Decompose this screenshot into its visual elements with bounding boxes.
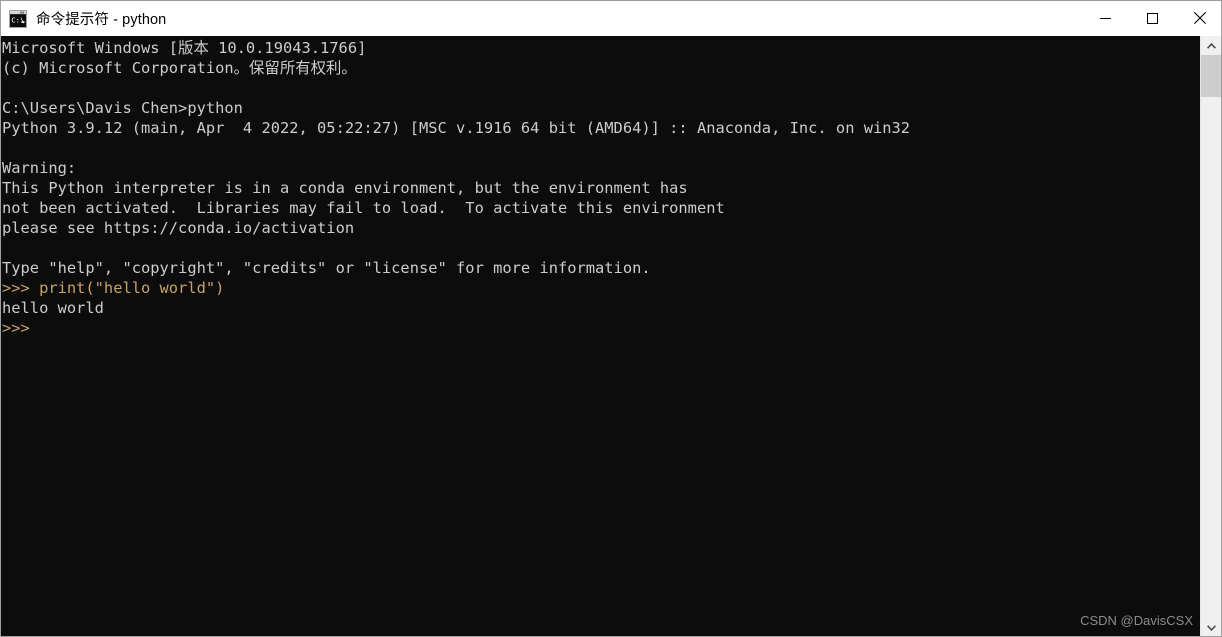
minimize-icon	[1100, 17, 1111, 19]
maximize-icon	[1147, 12, 1158, 24]
maximize-button[interactable]	[1129, 0, 1176, 36]
console-text: Microsoft Windows [版本 10.0.19043.1766] (c…	[1, 36, 1202, 338]
scrollbar-thumb[interactable]	[1201, 55, 1221, 97]
close-icon	[1193, 12, 1206, 24]
console-line: please see https://conda.io/activation	[2, 219, 355, 237]
scrollbar-down-button[interactable]	[1201, 618, 1221, 636]
console-line: C:\Users\Davis Chen>python	[2, 99, 243, 117]
scrollbar-up-button[interactable]	[1201, 36, 1221, 55]
console-line: Type "help", "copyright", "credits" or "…	[2, 259, 651, 277]
close-button[interactable]	[1176, 0, 1221, 36]
console-line-prompt-command: >>> print("hello world")	[2, 279, 225, 297]
chevron-down-icon	[1206, 624, 1216, 631]
chevron-up-icon	[1206, 42, 1216, 49]
minimize-button[interactable]	[1082, 0, 1129, 36]
console-line: (c) Microsoft Corporation。保留所有权利。	[2, 59, 357, 77]
window-title: 命令提示符 - python	[36, 12, 167, 28]
console-line: Warning:	[2, 159, 77, 177]
console-line: not been activated. Libraries may fail t…	[2, 199, 725, 217]
vertical-scrollbar[interactable]	[1200, 36, 1221, 636]
console-line-prompt: >>>	[2, 319, 30, 337]
command-prompt-icon: C:\	[9, 9, 27, 28]
console-output-area[interactable]: Microsoft Windows [版本 10.0.19043.1766] (c…	[1, 36, 1202, 636]
svg-text:C:\: C:\	[11, 15, 24, 24]
console-line: This Python interpreter is in a conda en…	[2, 179, 688, 197]
console-line: Python 3.9.12 (main, Apr 4 2022, 05:22:2…	[2, 119, 911, 137]
console-line: Microsoft Windows [版本 10.0.19043.1766]	[2, 39, 367, 57]
title-bar[interactable]: C:\ 命令提示符 - python	[1, 0, 1221, 37]
window-controls	[1082, 0, 1221, 37]
title-bar-left: C:\ 命令提示符 - python	[1, 8, 1082, 29]
command-prompt-window: C:\ 命令提示符 - python Microsoft Windows [版本…	[0, 0, 1222, 637]
console-line: hello world	[2, 299, 104, 317]
